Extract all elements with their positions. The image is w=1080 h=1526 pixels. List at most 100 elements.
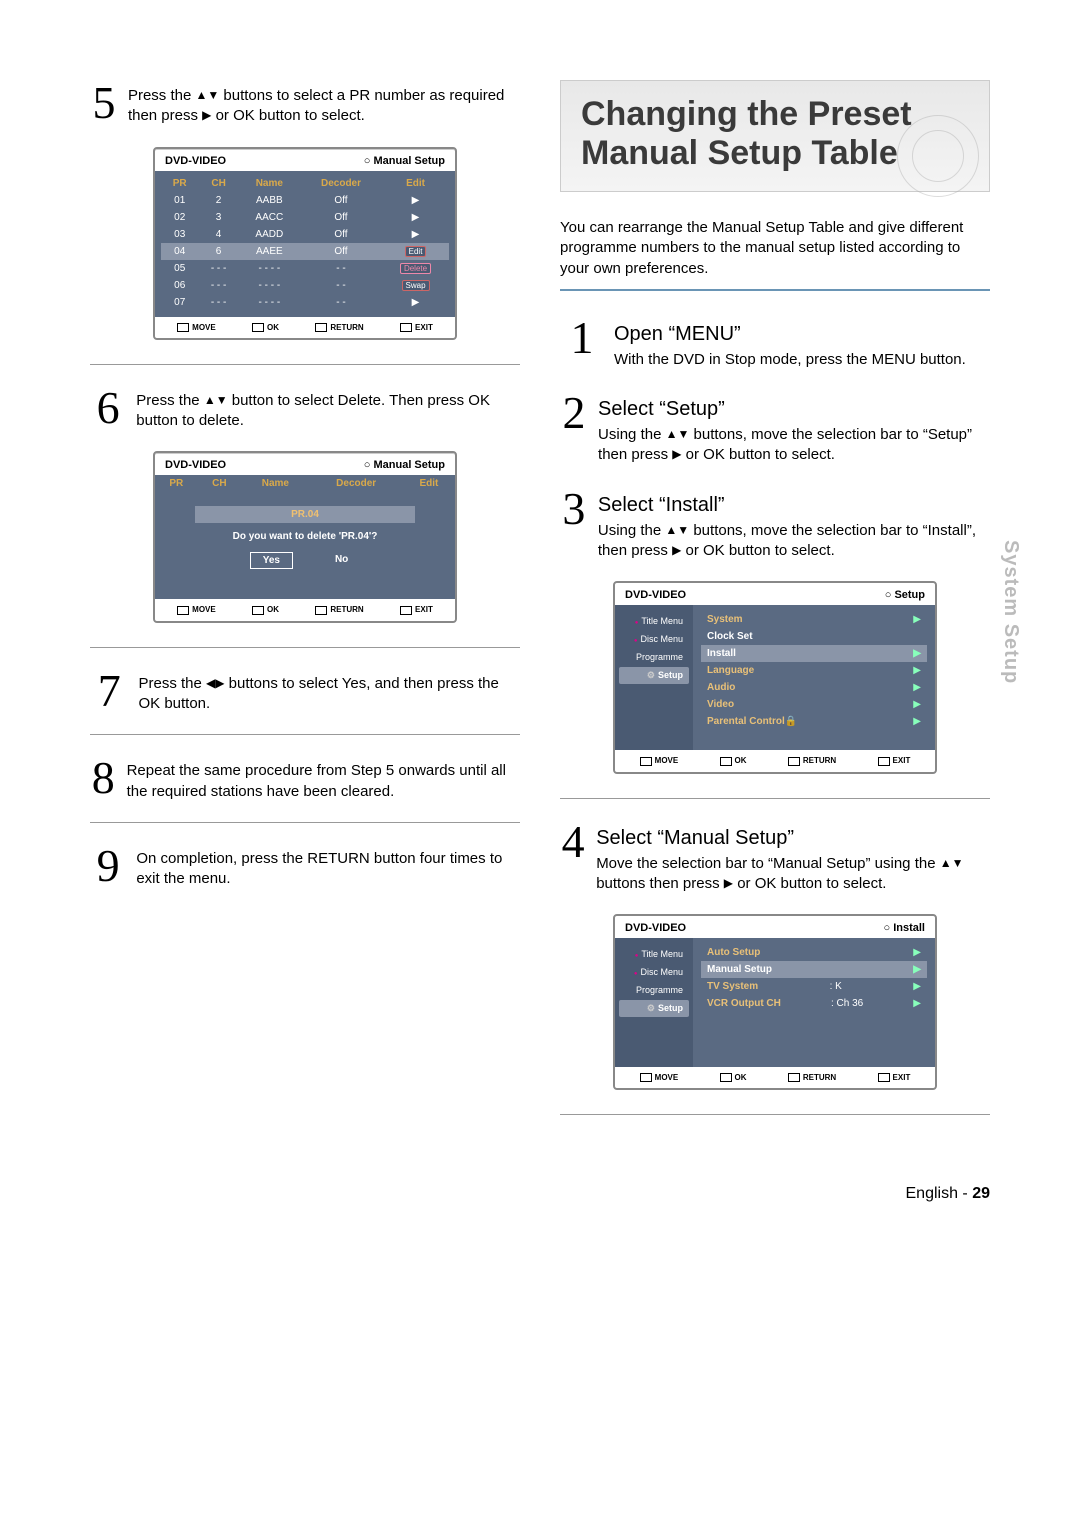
right-arrow-icon: ▶ (913, 998, 921, 1009)
step-1: 1 Open “MENU” With the DVD in Stop mode,… (560, 315, 990, 370)
col-edit: Edit (382, 175, 449, 192)
sidebar-item: Programme (619, 982, 689, 998)
step-number: 3 (560, 486, 588, 562)
up-down-icon: ▲▼ (204, 393, 228, 407)
item-value: : K (830, 981, 842, 992)
step-number: 9 (90, 843, 126, 890)
menu-item: Parental Control🔒▶ (701, 713, 927, 730)
separator (560, 1114, 990, 1115)
sidebar-item-selected: Setup (619, 1000, 689, 1017)
footer-move: MOVE (640, 756, 679, 765)
sidebar-item: Disc Menu (619, 631, 689, 647)
page-footer: English - 29 (0, 1175, 1080, 1253)
table-row: 023AACCOff▶ (161, 209, 449, 226)
step-9: 9 On completion, press the RETURN button… (90, 843, 520, 890)
separator (560, 798, 990, 799)
osd-footer: MOVE OK RETURN EXIT (615, 750, 935, 771)
menu-item: Auto Setup▶ (701, 944, 927, 961)
text: Press the (138, 675, 206, 692)
step-desc: With the DVD in Stop mode, press the MEN… (614, 350, 966, 370)
menu-item: Audio▶ (701, 679, 927, 696)
sidebar-item: Title Menu (619, 946, 689, 962)
rule (560, 289, 990, 291)
section-banner: Changing the Preset Manual Setup Table (560, 80, 990, 192)
osd-setup-menu: DVD-VIDEO Setup Title Menu Disc Menu Pro… (613, 581, 937, 773)
separator (90, 364, 520, 365)
right-icon: ▶ (672, 447, 681, 461)
text: or OK button to select. (216, 107, 365, 124)
right-arrow-icon: ▶ (913, 648, 921, 659)
osd-footer: MOVE OK RETURN EXIT (155, 317, 455, 338)
table-row: 05- - -- - - -- -Delete (161, 260, 449, 277)
footer-exit: EXIT (878, 1073, 911, 1082)
right-arrow-icon: ▶ (913, 947, 921, 958)
col-decoder: Decoder (300, 175, 382, 192)
footer-return: RETURN (315, 323, 363, 332)
decorative-circles-icon (869, 125, 979, 185)
osd-title-left: DVD-VIDEO (625, 589, 686, 601)
footer-move: MOVE (640, 1073, 679, 1082)
menu-item: Clock Set (701, 628, 927, 645)
osd-main: System▶ Clock Set Install▶ Language▶ Aud… (693, 605, 935, 750)
step-number: 6 (90, 385, 126, 432)
footer-move: MOVE (177, 605, 216, 614)
osd-title-right: Manual Setup (364, 459, 445, 471)
sidebar-item: Title Menu (619, 613, 689, 629)
col-pr: PR (161, 175, 198, 192)
right-arrow-icon: ▶ (913, 964, 921, 975)
up-down-icon: ▲▼ (940, 856, 964, 870)
menu-item: System▶ (701, 611, 927, 628)
right-arrow-icon: ▶ (913, 699, 921, 710)
osd-install-menu: DVD-VIDEO Install Title Menu Disc Menu P… (613, 914, 937, 1090)
table-row: 07- - -- - - -- -▶ (161, 294, 449, 311)
footer-return: RETURN (788, 756, 836, 765)
banner-line1: Changing the Preset (581, 95, 912, 133)
osd-title-right: Install (884, 922, 926, 934)
menu-item: Language▶ (701, 662, 927, 679)
step-text: Repeat the same procedure from Step 5 on… (127, 755, 520, 802)
yes-button[interactable]: Yes (250, 552, 293, 569)
step-3: 3 Select “Install” Using the ▲▼ buttons,… (560, 486, 990, 562)
step-text: On completion, press the RETURN button f… (136, 843, 520, 890)
edit-button: Edit (405, 246, 427, 257)
footer-ok: OK (720, 1073, 747, 1082)
step-number: 7 (90, 668, 128, 715)
osd-sidebar: Title Menu Disc Menu Programme Setup (615, 938, 693, 1067)
lock-icon: 🔒 (785, 716, 797, 727)
step-8: 8 Repeat the same procedure from Step 5 … (90, 755, 520, 802)
step-title: Select “Setup” (598, 396, 990, 423)
step-2: 2 Select “Setup” Using the ▲▼ buttons, m… (560, 390, 990, 466)
right-arrow-icon: ▶ (913, 716, 921, 727)
step-number: 2 (560, 390, 588, 466)
menu-item-selected: Install▶ (701, 645, 927, 662)
sidebar-item: Disc Menu (619, 964, 689, 980)
up-down-icon: ▲▼ (195, 88, 219, 102)
step-number: 5 (90, 80, 118, 127)
menu-item: Video▶ (701, 696, 927, 713)
separator (90, 822, 520, 823)
no-button[interactable]: No (323, 552, 360, 569)
sidebar-item-selected: Setup (619, 667, 689, 684)
step-desc: Move the selection bar to “Manual Setup”… (596, 854, 990, 895)
col-ch: CH (198, 175, 238, 192)
footer-ok: OK (252, 323, 279, 332)
step-text: Press the ◀▶ buttons to select Yes, and … (138, 668, 520, 715)
right-icon: ▶ (202, 108, 211, 122)
table-row-selected: 046AAEEOffEdit (161, 243, 449, 260)
pr-highlight: PR.04 (195, 506, 415, 523)
table-row: 06- - -- - - -- -Swap (161, 277, 449, 294)
osd-footer: MOVE OK RETURN EXIT (155, 599, 455, 620)
osd-table: PR CH Name Decoder Edit 012AABBOff▶ 023A… (161, 175, 449, 311)
up-down-icon: ▲▼ (665, 523, 689, 537)
step-desc: Using the ▲▼ buttons, move the selection… (598, 521, 990, 562)
step-5: 5 Press the ▲▼ buttons to select a PR nu… (90, 80, 520, 127)
step-7: 7 Press the ◀▶ buttons to select Yes, an… (90, 668, 520, 715)
menu-item: TV System: K▶ (701, 978, 927, 995)
left-right-icon: ◀▶ (206, 676, 224, 690)
table-row: 034AADDOff▶ (161, 226, 449, 243)
step-4: 4 Select “Manual Setup” Move the selecti… (560, 819, 990, 895)
step-desc: Using the ▲▼ buttons, move the selection… (598, 425, 990, 466)
footer-return: RETURN (315, 605, 363, 614)
banner-line2: Manual Setup Table (581, 134, 898, 172)
separator (90, 734, 520, 735)
